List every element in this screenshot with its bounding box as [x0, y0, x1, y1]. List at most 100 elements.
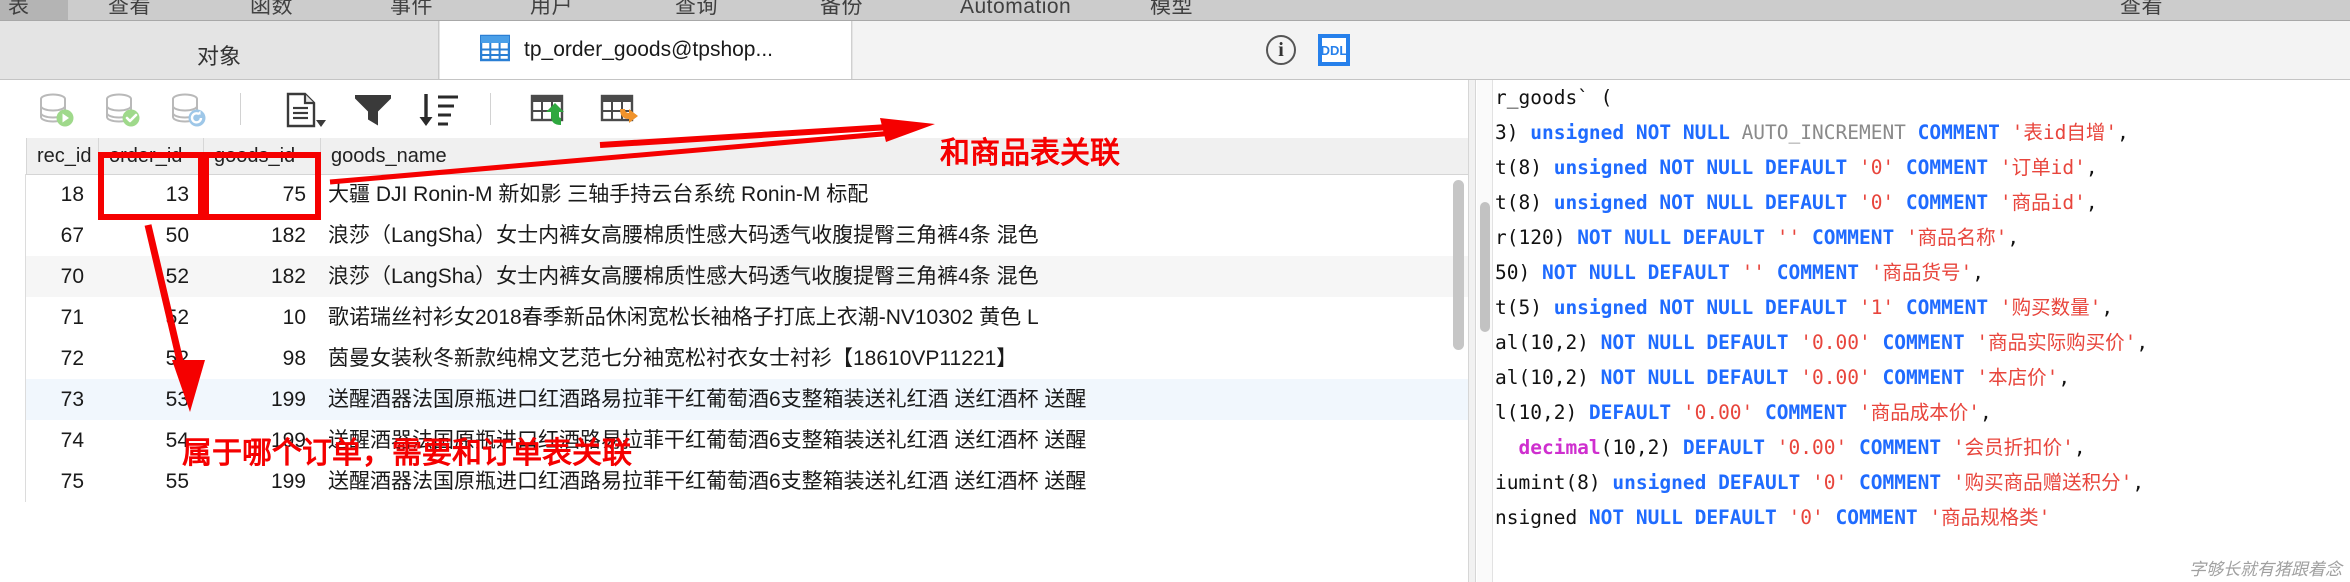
- row-gutter[interactable]: [0, 215, 26, 256]
- table-row[interactable]: 75 55 199 送醒酒器法国原瓶进口红酒路易拉菲干红葡萄酒6支整箱装送礼红酒 送红…: [0, 461, 1468, 502]
- cell-order-id[interactable]: 13: [98, 174, 203, 215]
- import-wizard-icon[interactable]: [528, 92, 576, 133]
- ddl-preview-pane: r_goods` ( 3) unsigned NOT NULL AUTO_INCR…: [1477, 80, 2350, 582]
- cell-rec-id[interactable]: 67: [26, 215, 98, 256]
- rollback-transaction-icon[interactable]: [168, 92, 212, 133]
- grid-header-gutter: [0, 138, 26, 174]
- menu-item-query[interactable]: 查询: [675, 0, 718, 17]
- filter-icon[interactable]: [352, 92, 394, 133]
- select-columns-icon[interactable]: [282, 92, 330, 133]
- cell-goods-name[interactable]: 浪莎（LangSha）女士内裤女高腰棉质性感大码透气收腹提臀三角裤4条 混色: [320, 215, 1468, 256]
- cell-goods-name[interactable]: 茵曼女装秋冬新款纯棉文艺范七分袖宽松衬衣女士衬衫【18610VP11221】: [320, 338, 1468, 379]
- cell-goods-id[interactable]: 199: [203, 461, 320, 502]
- cell-rec-id[interactable]: 71: [26, 297, 98, 338]
- cell-order-id[interactable]: 52: [98, 297, 203, 338]
- grid-toolbar: [0, 80, 1468, 139]
- objects-tab-label: 对象: [196, 44, 241, 69]
- row-gutter[interactable]: [0, 420, 26, 461]
- info-circle-icon[interactable]: i: [1266, 35, 1296, 65]
- cell-goods-name[interactable]: 歌诺瑞丝衬衫女2018春季新品休闲宽松长袖格子打底上衣潮-NV10302 黄色 …: [320, 297, 1468, 338]
- data-grid-pane: rec_id order_id goods_id goods_name 18 13…: [0, 80, 1468, 582]
- cell-rec-id[interactable]: 75: [26, 461, 98, 502]
- menu-item-user[interactable]: 用户: [530, 0, 573, 17]
- table-row[interactable]: 67 50 182 浪莎（LangSha）女士内裤女高腰棉质性感大码透气收腹提臀三角裤…: [0, 215, 1468, 256]
- cell-goods-id[interactable]: 10: [203, 297, 320, 338]
- table-row[interactable]: 73 53 199 送醒酒器法国原瓶进口红酒路易拉菲干红葡萄酒6支整箱装送礼红酒 送红…: [0, 379, 1468, 420]
- navicat-window: 表 查看 函数 事件 用户 查询 备份 Automation 模型 查看 对象: [0, 0, 2350, 582]
- cell-order-id[interactable]: 52: [98, 338, 203, 379]
- ddl-line: r(120) NOT NULL DEFAULT '' COMMENT '商品名称…: [1495, 226, 2020, 249]
- objects-pane-header[interactable]: 对象: [0, 21, 439, 79]
- menu-item-model[interactable]: 模型: [1150, 0, 1193, 17]
- cell-goods-id[interactable]: 182: [203, 256, 320, 297]
- ddl-line: r_goods` (: [1495, 86, 1613, 109]
- table-row[interactable]: 72 52 98 茵曼女装秋冬新款纯棉文艺范七分袖宽松衬衣女士衬衫【18610VP11…: [0, 338, 1468, 379]
- row-gutter[interactable]: [0, 338, 26, 379]
- grid-body[interactable]: 18 13 75 大疆 DJI Ronin-M 新如影 三轴手持云台系统 Ronin-…: [0, 174, 1468, 582]
- watermark-text: 字够长就有猪跟着念: [2189, 560, 2342, 579]
- sort-icon[interactable]: [418, 92, 462, 133]
- cell-rec-id[interactable]: 72: [26, 338, 98, 379]
- cell-rec-id[interactable]: 74: [26, 420, 98, 461]
- menu-item-backup[interactable]: 备份: [820, 0, 863, 17]
- cell-goods-name[interactable]: 送醒酒器法国原瓶进口红酒路易拉菲干红葡萄酒6支整箱装送礼红酒 送红酒杯 送醒: [320, 379, 1468, 420]
- ddl-vertical-scrollbar[interactable]: [1477, 80, 1493, 582]
- toolbar-separator-2: [490, 93, 491, 125]
- column-header-order-id[interactable]: order_id: [98, 138, 203, 174]
- ddl-source-code[interactable]: r_goods` ( 3) unsigned NOT NULL AUTO_INCR…: [1495, 80, 2350, 535]
- row-gutter[interactable]: [0, 256, 26, 297]
- ddl-scrollbar-thumb[interactable]: [1480, 202, 1490, 332]
- cell-order-id[interactable]: 53: [98, 379, 203, 420]
- cell-goods-id[interactable]: 182: [203, 215, 320, 256]
- row-gutter[interactable]: [0, 461, 26, 502]
- column-header-goods-id[interactable]: goods_id: [203, 138, 320, 174]
- grid-vertical-scrollbar[interactable]: [1453, 180, 1464, 350]
- cell-rec-id[interactable]: 18: [26, 174, 98, 215]
- ddl-line: t(5) unsigned NOT NULL DEFAULT '1' COMME…: [1495, 296, 2114, 319]
- tab-tp-order-goods[interactable]: tp_order_goods@tpshop...: [440, 21, 852, 79]
- cell-order-id[interactable]: 54: [98, 420, 203, 461]
- cell-goods-name[interactable]: 送醒酒器法国原瓶进口红酒路易拉菲干红葡萄酒6支整箱装送礼红酒 送红酒杯 送醒: [320, 420, 1468, 461]
- commit-transaction-icon[interactable]: [102, 92, 146, 133]
- column-header-rec-id[interactable]: rec_id: [26, 138, 98, 174]
- cell-goods-name[interactable]: 浪莎（LangSha）女士内裤女高腰棉质性感大码透气收腹提臀三角裤4条 混色: [320, 256, 1468, 297]
- menu-item-view-right[interactable]: 查看: [2120, 0, 2163, 17]
- menu-item-table[interactable]: 表: [8, 0, 30, 17]
- cell-goods-id[interactable]: 199: [203, 420, 320, 461]
- cell-goods-name[interactable]: 大疆 DJI Ronin-M 新如影 三轴手持云台系统 Ronin-M 标配: [320, 174, 1468, 215]
- ddl-line: l(10,2) DEFAULT '0.00' COMMENT '商品成本价',: [1495, 401, 1992, 424]
- table-row[interactable]: 71 52 10 歌诺瑞丝衬衫女2018春季新品休闲宽松长袖格子打底上衣潮-NV103…: [0, 297, 1468, 338]
- cell-order-id[interactable]: 55: [98, 461, 203, 502]
- cell-goods-id[interactable]: 199: [203, 379, 320, 420]
- tab-label-text: tp_order_goods@tpshop...: [524, 38, 773, 61]
- table-row[interactable]: 70 52 182 浪莎（LangSha）女士内裤女高腰棉质性感大码透气收腹提臀三角裤…: [0, 256, 1468, 297]
- table-row[interactable]: 18 13 75 大疆 DJI Ronin-M 新如影 三轴手持云台系统 Ronin-…: [0, 174, 1468, 215]
- row-gutter[interactable]: [0, 174, 26, 215]
- cell-rec-id[interactable]: 73: [26, 379, 98, 420]
- menu-item-view[interactable]: 查看: [108, 0, 151, 17]
- cell-goods-name[interactable]: 送醒酒器法国原瓶进口红酒路易拉菲干红葡萄酒6支整箱装送礼红酒 送红酒杯 送醒: [320, 461, 1468, 502]
- cell-order-id[interactable]: 50: [98, 215, 203, 256]
- cell-order-id[interactable]: 52: [98, 256, 203, 297]
- ddl-toggle-icon[interactable]: DDL: [1318, 34, 1350, 66]
- begin-transaction-icon[interactable]: [36, 92, 80, 133]
- pane-splitter[interactable]: [1468, 80, 1476, 582]
- row-gutter[interactable]: [0, 379, 26, 420]
- cell-goods-id[interactable]: 98: [203, 338, 320, 379]
- ddl-line: 50) NOT NULL DEFAULT '' COMMENT '商品货号',: [1495, 261, 1984, 284]
- table-row[interactable]: 74 54 199 送醒酒器法国原瓶进口红酒路易拉菲干红葡萄酒6支整箱装送礼红酒 送红…: [0, 420, 1468, 461]
- menu-item-event[interactable]: 事件: [390, 0, 433, 17]
- menu-item-automation[interactable]: Automation: [960, 0, 1071, 17]
- ddl-line: decimal(10,2) DEFAULT '0.00' COMMENT '会员…: [1495, 436, 2086, 459]
- table-grid-icon: [479, 33, 511, 68]
- menu-item-function[interactable]: 函数: [250, 0, 293, 17]
- cell-goods-id[interactable]: 75: [203, 174, 320, 215]
- export-wizard-icon[interactable]: [598, 92, 646, 133]
- ddl-line: 3) unsigned NOT NULL AUTO_INCREMENT COMM…: [1495, 121, 2129, 144]
- ddl-line: nsigned NOT NULL DEFAULT '0' COMMENT '商品…: [1495, 506, 2051, 529]
- grid-header-row: rec_id order_id goods_id goods_name: [0, 138, 1468, 175]
- column-header-goods-name[interactable]: goods_name: [320, 138, 1468, 174]
- toolbar-separator-1: [240, 93, 241, 125]
- cell-rec-id[interactable]: 70: [26, 256, 98, 297]
- row-gutter[interactable]: [0, 297, 26, 338]
